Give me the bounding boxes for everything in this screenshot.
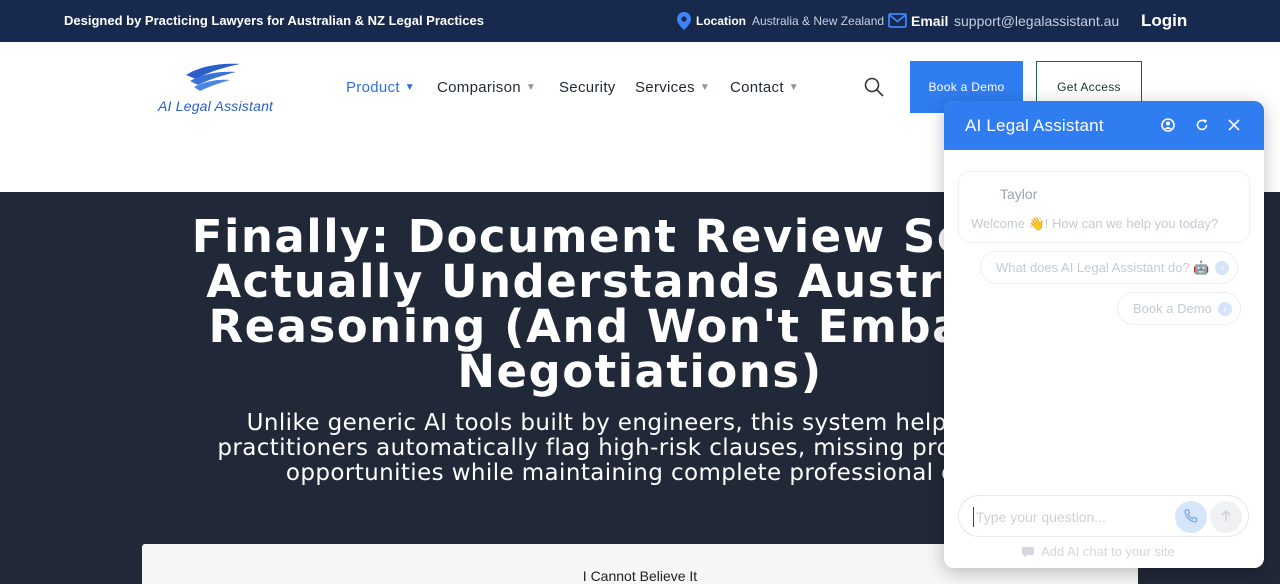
welcome-message: Welcome 👋! How can we help you today? [971,216,1219,231]
close-icon[interactable] [1227,118,1241,132]
hero-subtitle-line: practitioners automatically flag high-ri… [217,435,1063,461]
logo-text[interactable]: AI Legal Assistant [158,98,273,114]
search-icon[interactable] [864,77,884,97]
nav-item-product[interactable]: Product ▼ [346,79,415,96]
chat-question-input[interactable] [973,507,1163,527]
nav-item-label: Security [559,79,616,96]
refresh-icon[interactable] [1195,118,1209,132]
nav-item-security[interactable]: Security [559,79,616,96]
nav-item-label: Services [635,79,695,96]
chat-widget: AI Legal Assistant Taylor Welcome 👋! How… [944,101,1264,568]
suggestion-label: What does AI Legal Assistant do? 🤖 [996,259,1210,275]
logo-wings-icon[interactable] [184,61,242,93]
nav-item-contact[interactable]: Contact ▼ [730,79,799,96]
card-title: I Cannot Believe It [582,568,698,584]
nav-item-comparison[interactable]: Comparison ▼ [437,79,536,96]
chat-input-container [958,495,1249,537]
arrow-right-icon: › [1215,260,1230,275]
arrow-right-icon: › [1217,301,1232,316]
chat-icon [1022,546,1034,557]
hero-subtitle-line: opportunities while maintaining complete… [285,460,995,486]
phone-icon [1184,508,1198,523]
welcome-bubble: Taylor Welcome 👋! How can we help you to… [958,171,1250,243]
email-link[interactable]: support@legalassistant.au [954,13,1119,29]
chevron-down-icon: ▼ [404,82,415,93]
nav-item-label: Contact [730,79,784,96]
chat-body: Taylor Welcome 👋! How can we help you to… [944,150,1264,568]
chat-title: AI Legal Assistant [965,116,1104,135]
chevron-down-icon: ▼ [525,82,537,93]
chat-header: AI Legal Assistant [944,101,1264,150]
email-label: Email [911,13,949,29]
login-link[interactable]: Login [1141,11,1187,31]
location-pin-icon [677,12,691,30]
chevron-down-icon: ▼ [699,82,711,93]
location-label: Location [696,14,746,28]
suggestion-chip[interactable]: What does AI Legal Assistant do? 🤖 › [980,251,1239,284]
nav-item-label: Product [346,79,400,96]
send-arrow-icon [1221,509,1231,521]
user-circle-icon[interactable] [1161,118,1175,132]
send-button[interactable] [1210,501,1242,533]
call-button[interactable] [1175,501,1207,533]
suggestion-chip[interactable]: Book a Demo › [1117,292,1241,325]
agent-name: Taylor [1000,186,1038,202]
chat-footer-text: Add AI chat to your site [1041,544,1175,559]
hero-title-line: Negotiations) [457,345,823,398]
suggestion-label: Book a Demo [1133,301,1212,316]
top-info-bar: Designed by Practicing Lawyers for Austr… [0,0,1280,42]
mail-icon [888,13,907,28]
nav-item-label: Comparison [437,79,521,96]
tagline: Designed by Practicing Lawyers for Austr… [64,13,484,28]
chevron-down-icon: ▼ [788,82,799,93]
nav-item-services[interactable]: Services ▼ [635,79,710,96]
hero-subtitle-line: Unlike generic AI tools built by enginee… [246,410,1034,436]
chat-footer-link[interactable]: Add AI chat to your site [1021,544,1175,559]
location-value: Australia & New Zealand [752,14,885,28]
